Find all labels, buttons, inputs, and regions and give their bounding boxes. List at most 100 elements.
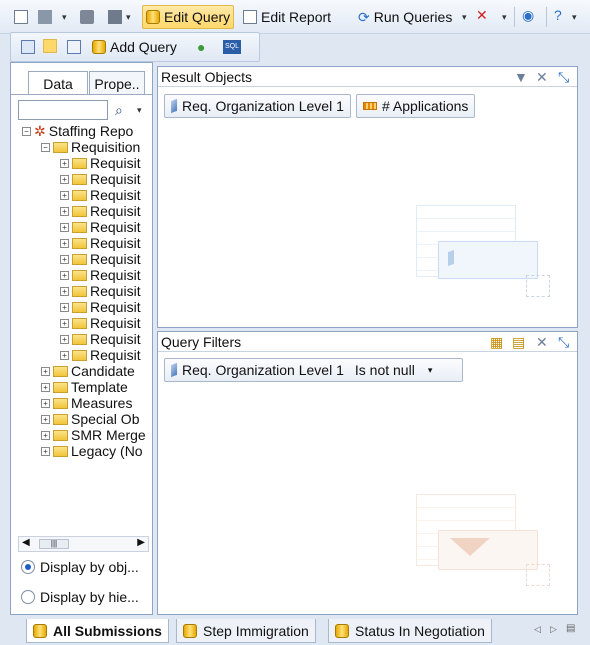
expand-icon[interactable]: + <box>60 286 69 296</box>
expand-icon[interactable]: + <box>60 222 69 232</box>
tree-item-requisition[interactable]: + Requisit <box>60 155 141 171</box>
tab-data[interactable]: Data <box>28 71 88 95</box>
help-dropdown-icon[interactable]: ▾ <box>572 12 577 23</box>
expand-icon[interactable]: + <box>41 398 50 408</box>
new-document-icon[interactable] <box>14 10 28 24</box>
expand-icon[interactable]: + <box>41 366 50 376</box>
help-icon[interactable]: ? <box>554 8 562 22</box>
horizontal-scrollbar[interactable]: ◀ ||| ▶ <box>18 536 149 552</box>
expand-icon[interactable]: + <box>60 206 69 216</box>
scroll-right-icon[interactable]: ▶ <box>137 537 145 548</box>
run-queries-dropdown-icon[interactable]: ▾ <box>462 12 467 23</box>
expand-icon[interactable]: + <box>60 350 69 360</box>
combined-query-icon[interactable]: ● <box>197 40 205 54</box>
filter-icon[interactable]: ▼ <box>514 70 528 84</box>
purge-dropdown-icon[interactable]: ▾ <box>502 12 507 23</box>
tree-root[interactable]: − ✲ Staffing Repo <box>22 123 133 139</box>
tree-item-requisition[interactable]: + Requisit <box>60 315 141 331</box>
query-tab-all-submissions[interactable]: All Submissions <box>26 619 169 643</box>
close-icon[interactable]: ✕ <box>536 335 548 349</box>
expand-icon[interactable]: + <box>41 430 50 440</box>
collapse-icon[interactable]: − <box>22 126 31 136</box>
tree-folder[interactable]: + SMR Merge <box>41 427 146 443</box>
tab-scroll-left-icon[interactable]: ◁ <box>534 624 541 635</box>
expand-icon[interactable]: + <box>60 302 69 312</box>
search-dropdown-icon[interactable]: ▾ <box>137 105 142 116</box>
close-icon[interactable]: ✕ <box>536 70 548 84</box>
scroll-thumb[interactable]: ||| <box>39 539 69 549</box>
tree-folder[interactable]: + Candidate <box>41 363 135 379</box>
tree-item-requisition[interactable]: + Requisit <box>60 267 141 283</box>
layout-active-icon[interactable] <box>43 39 57 53</box>
save-icon[interactable] <box>38 10 52 24</box>
view-dropdown-icon[interactable]: ▾ <box>126 12 131 23</box>
tree-item-requisition[interactable]: + Requisit <box>60 171 141 187</box>
display-by-hierarchy-option[interactable]: Display by hie... <box>21 589 139 605</box>
query-icon <box>146 10 160 24</box>
collapse-icon[interactable]: − <box>41 142 50 152</box>
expand-icon[interactable]: + <box>60 254 69 264</box>
expand-icon[interactable]: + <box>41 382 50 392</box>
tree-folder[interactable]: + Special Ob <box>41 411 139 427</box>
tree-folder[interactable]: + Measures <box>41 395 132 411</box>
expand-icon[interactable]: + <box>60 334 69 344</box>
tab-scroll-right-icon[interactable]: ▷ <box>550 624 557 635</box>
query-filter[interactable]: Req. Organization Level 1 Is not null ▾ <box>164 358 463 382</box>
add-filter-icon[interactable]: ▦ <box>490 335 503 349</box>
filter-operator[interactable]: Is not null <box>355 362 415 378</box>
tree-item-requisition[interactable]: + Requisit <box>60 347 141 363</box>
binoculars-icon[interactable]: ⌕ <box>115 103 123 117</box>
tree-item-requisition[interactable]: + Requisit <box>60 187 141 203</box>
tree-item-requisition[interactable]: + Requisit <box>60 235 141 251</box>
add-query-button[interactable]: Add Query <box>89 35 180 59</box>
expand-icon[interactable]: + <box>60 318 69 328</box>
layout-icon[interactable] <box>21 40 35 54</box>
expand-icon[interactable]: + <box>60 174 69 184</box>
radio-unselected-icon[interactable] <box>21 590 35 604</box>
operator-dropdown-icon[interactable]: ▾ <box>428 365 433 376</box>
tree-item-requisition[interactable]: + Requisit <box>60 219 141 235</box>
display-by-object-option[interactable]: Display by obj... <box>21 559 139 575</box>
expand-icon[interactable]: + <box>60 158 69 168</box>
expand-icon[interactable]: + <box>41 446 50 456</box>
track-changes-icon[interactable]: ◉ <box>522 8 534 22</box>
search-input[interactable] <box>18 100 108 120</box>
tab-properties[interactable]: Prope.. <box>89 71 145 95</box>
result-object-dimension[interactable]: Req. Organization Level 1 <box>164 94 351 118</box>
expand-icon[interactable]: + <box>60 190 69 200</box>
result-object-measure[interactable]: # Applications <box>356 94 476 118</box>
tree-folder-requisition[interactable]: − Requisition <box>41 139 140 155</box>
edit-report-button[interactable]: Edit Report <box>240 5 334 29</box>
print-icon[interactable] <box>80 10 94 24</box>
sql-icon[interactable]: SQL <box>223 40 241 54</box>
view-icon[interactable] <box>108 10 122 24</box>
tree-item-requisition[interactable]: + Requisit <box>60 251 141 267</box>
radio-selected-icon[interactable] <box>21 560 35 574</box>
result-object-label: # Applications <box>382 98 469 114</box>
edit-report-label: Edit Report <box>261 9 332 25</box>
query-icon <box>183 623 197 638</box>
tree-folder[interactable]: + Legacy (No <box>41 443 143 459</box>
query-tab-step-immigration[interactable]: Step Immigration <box>176 619 316 643</box>
tree-item-requisition[interactable]: + Requisit <box>60 299 141 315</box>
predefined-filter-icon[interactable]: ▤ <box>512 335 525 349</box>
expand-icon[interactable]: + <box>60 238 69 248</box>
expand-icon[interactable]: + <box>60 270 69 280</box>
pin-icon[interactable]: ⤡ <box>558 70 569 84</box>
layout-grid-icon[interactable] <box>67 40 81 54</box>
tab-list-icon[interactable]: ▤ <box>566 623 575 634</box>
tree-item-requisition[interactable]: + Requisit <box>60 203 141 219</box>
purge-icon[interactable]: ✕ <box>476 8 488 22</box>
save-dropdown-icon[interactable]: ▾ <box>62 12 67 23</box>
pin-icon[interactable]: ⤡ <box>558 335 569 349</box>
query-tab-status-in-negotiation[interactable]: Status In Negotiation <box>328 619 492 643</box>
scroll-left-icon[interactable]: ◀ <box>22 537 30 548</box>
edit-query-button[interactable]: Edit Query <box>142 5 235 29</box>
folder-icon <box>72 205 87 217</box>
tree-item-requisition[interactable]: + Requisit <box>60 283 141 299</box>
expand-icon[interactable]: + <box>41 414 50 424</box>
run-queries-button[interactable]: ⟳ Run Queries <box>355 5 455 29</box>
tree-item-requisition[interactable]: + Requisit <box>60 331 141 347</box>
tree-folder[interactable]: + Template <box>41 379 128 395</box>
tab-properties-label: Prope.. <box>94 75 140 92</box>
